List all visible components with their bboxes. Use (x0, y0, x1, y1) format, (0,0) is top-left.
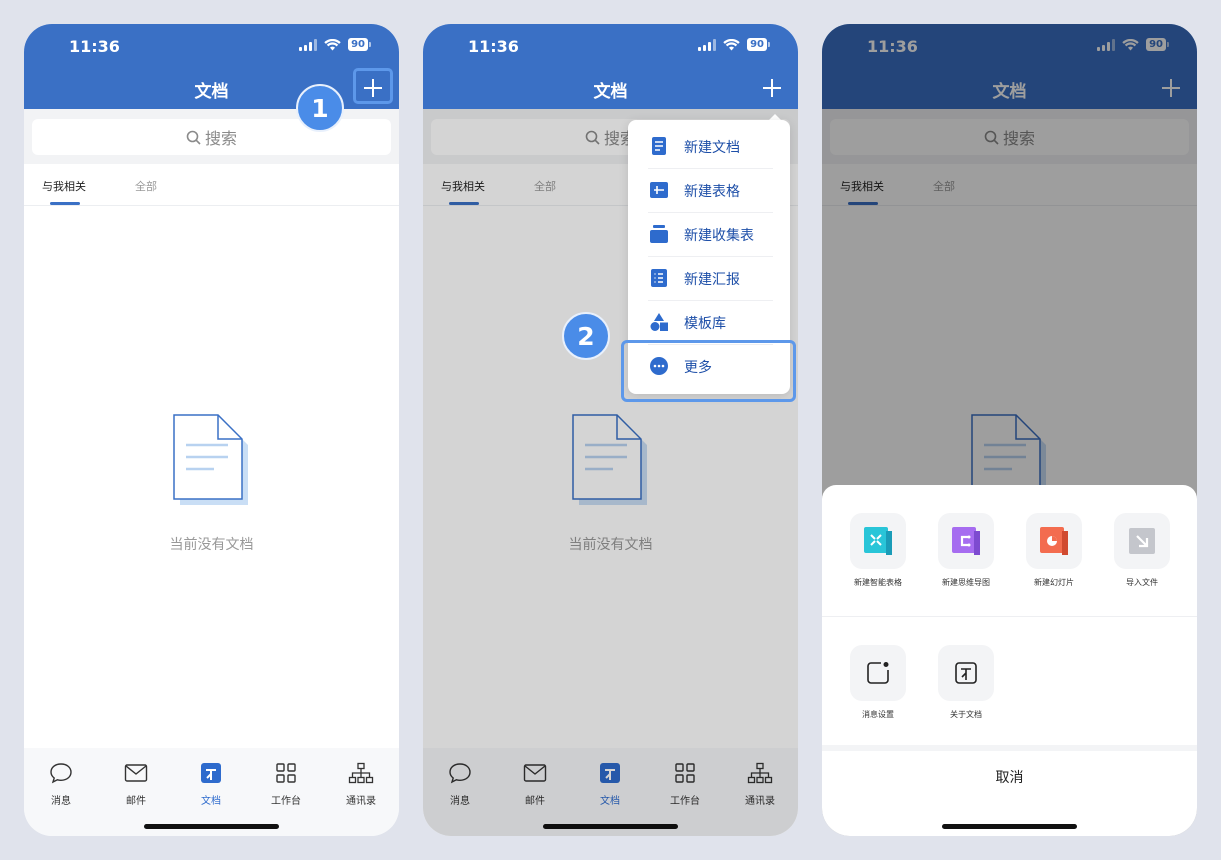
search-placeholder: 搜索 (204, 129, 237, 148)
mindmap-icon (952, 527, 980, 555)
sheet-item-smart-table[interactable]: 新建智能表格 (834, 513, 922, 588)
mail-icon (124, 764, 148, 782)
battery-icon: 90 (747, 38, 770, 51)
battery-icon: 90 (348, 38, 371, 51)
tab-all[interactable]: 全部 (135, 178, 157, 194)
action-sheet: 新建智能表格 新建思维导图 新建幻灯片 导入文件 消息设置 关于文档 取消 (822, 485, 1197, 836)
bottom-nav: 消息 邮件 文档 工作台 通讯录 (24, 748, 399, 836)
sheet-label: 消息设置 (862, 710, 894, 719)
empty-message: 当前没有文档 (169, 537, 254, 553)
add-button[interactable] (758, 76, 786, 100)
menu-label: 新建文档 (684, 140, 740, 156)
home-indicator (942, 824, 1077, 829)
grid-icon (276, 763, 296, 783)
sheet-label: 新建智能表格 (854, 578, 902, 587)
step-badge-2: 2 (562, 312, 610, 360)
header-bar: 11:36 90 文档 (24, 24, 399, 109)
cancel-button[interactable]: 取消 (822, 751, 1197, 805)
tab-indicator (50, 202, 80, 205)
menu-item-new-doc[interactable]: 新建文档 (628, 124, 790, 168)
page-title: 文档 (194, 82, 229, 102)
tab-bar: 与我相关 全部 (24, 164, 399, 206)
doc-icon (652, 137, 666, 155)
wifi-icon (324, 38, 341, 50)
status-time: 11:36 (69, 37, 120, 56)
sheet-label: 新建幻灯片 (1034, 578, 1074, 587)
menu-item-new-table[interactable]: 新建表格 (628, 168, 790, 212)
add-button-highlight (353, 68, 393, 104)
menu-label: 新建收集表 (684, 228, 754, 244)
nav-item-mail[interactable]: 邮件 (106, 760, 166, 807)
sheet-divider (822, 616, 1197, 617)
sheet-item-import[interactable]: 导入文件 (1098, 513, 1186, 588)
step-badge-1: 1 (296, 84, 344, 132)
sheet-item-notification-settings[interactable]: 消息设置 (834, 645, 922, 720)
docs-icon (201, 763, 221, 783)
sheet-label: 关于文档 (950, 710, 982, 719)
page-title: 文档 (593, 82, 628, 102)
nav-item-workbench[interactable]: 工作台 (256, 760, 316, 807)
doc-list-area: 当前没有文档 (24, 206, 399, 748)
more-highlight (621, 340, 796, 402)
phone-screen-3: 11:36 90 文档 搜索 与我相关 全部 新建智能表格 新建思维导图 新建幻… (822, 24, 1197, 836)
status-time: 11:36 (468, 37, 519, 56)
nav-label: 文档 (201, 796, 221, 807)
sheet-label: 导入文件 (1126, 578, 1158, 587)
search-area: 搜索 (24, 109, 399, 164)
org-chart-icon (348, 762, 374, 784)
report-icon (651, 269, 667, 287)
nav-label: 邮件 (126, 796, 146, 807)
sheet-item-slides[interactable]: 新建幻灯片 (1010, 513, 1098, 588)
plus-icon (763, 79, 781, 97)
status-icons: 90 (698, 38, 770, 51)
empty-document-icon (173, 414, 248, 505)
search-icon (186, 130, 201, 145)
sheet-item-about-docs[interactable]: 关于文档 (922, 645, 1010, 720)
menu-label: 新建表格 (684, 184, 740, 200)
nav-label: 通讯录 (346, 796, 376, 807)
menu-label: 模板库 (684, 316, 726, 332)
import-icon (1129, 528, 1155, 554)
nav-label: 消息 (51, 796, 71, 807)
nav-item-contacts[interactable]: 通讯录 (331, 760, 391, 807)
shapes-icon (650, 313, 668, 331)
signal-icon (698, 38, 717, 51)
nav-item-messages[interactable]: 消息 (31, 760, 91, 807)
header-bar: 11:36 90 文档 (423, 24, 798, 109)
nav-label: 工作台 (271, 796, 301, 807)
menu-item-templates[interactable]: 模板库 (628, 300, 790, 344)
notification-settings-icon (867, 662, 889, 684)
menu-item-new-report[interactable]: 新建汇报 (628, 256, 790, 300)
table-icon (650, 182, 668, 198)
menu-label: 新建汇报 (684, 272, 740, 288)
about-docs-icon (955, 662, 977, 684)
tab-related[interactable]: 与我相关 (42, 178, 86, 194)
sheet-item-mindmap[interactable]: 新建思维导图 (922, 513, 1010, 588)
status-icons: 90 (299, 38, 371, 51)
signal-icon (299, 38, 318, 51)
slides-icon (1040, 527, 1068, 555)
menu-item-new-form[interactable]: 新建收集表 (628, 212, 790, 256)
nav-item-docs[interactable]: 文档 (181, 760, 241, 807)
form-icon (650, 225, 668, 243)
sheet-label: 新建思维导图 (942, 578, 990, 587)
smart-table-icon (864, 527, 892, 555)
home-indicator (144, 824, 279, 829)
wifi-icon (723, 38, 740, 50)
chat-bubble-icon (50, 763, 72, 784)
phone-screen-2: 11:36 90 文档 搜索 与我相关 全部 当前没有文档 消息 邮件 文档 工… (423, 24, 798, 836)
phone-screen-1: 11:36 90 文档 搜索 与我相关 全部 当前没有文档 消息 邮件 文档 工… (24, 24, 399, 836)
